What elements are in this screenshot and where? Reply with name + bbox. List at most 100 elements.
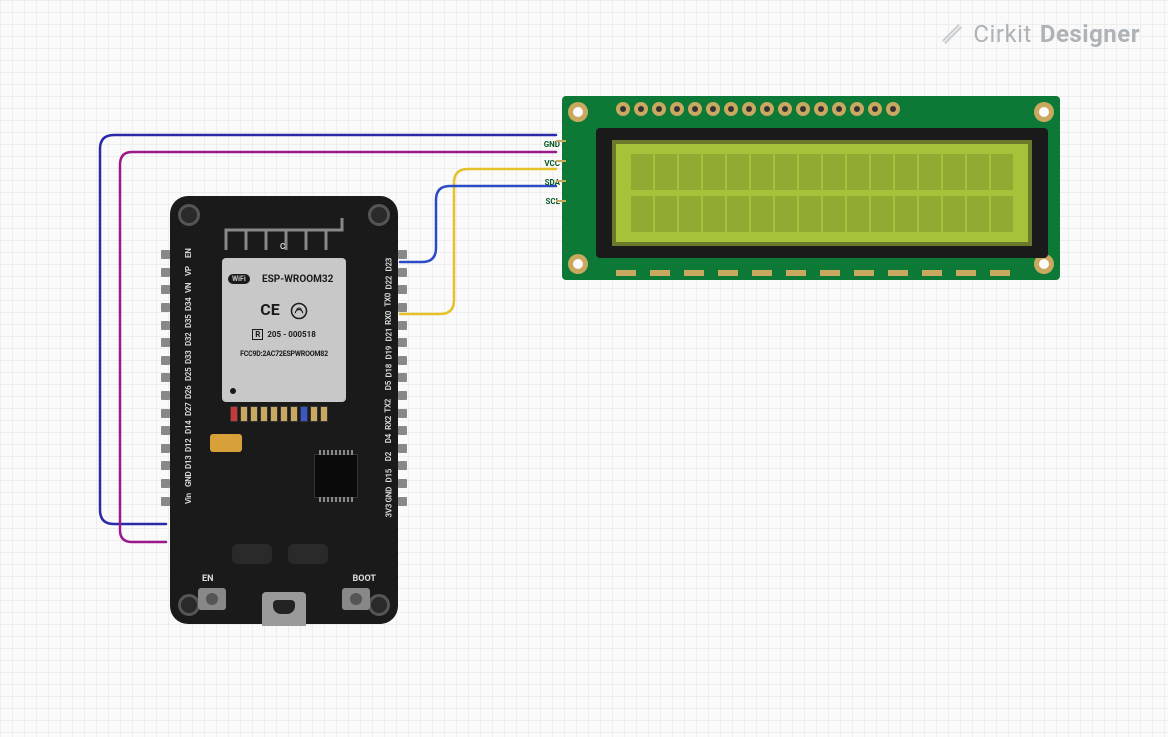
esp32-pin-en[interactable] [161,250,170,259]
lcd-solder-pad [616,270,636,276]
esp32-pin-label-rx0: RX0 [384,311,393,325]
esp32-pin-label-d33: D33 [184,350,193,363]
orientation-dot [230,388,236,394]
esp32-pin-d27[interactable] [161,409,170,418]
usb-serial-chip [314,454,358,498]
esp32-pin-label-d18: D18 [384,364,393,377]
esp32-pin-label-rx2: RX2 [384,416,393,430]
lcd-row [626,196,1018,232]
lcd-header-pin [670,102,684,116]
esp32-pin-label-d5: D5 [384,381,393,390]
en-button[interactable] [198,588,226,610]
esp32-pin-label-tx2: TX2 [384,399,393,413]
lcd-header-pin [652,102,666,116]
lcd-char-cell [631,196,653,232]
esp32-pin-d23[interactable] [398,250,407,259]
esp32-pin-d18[interactable] [398,356,407,365]
esp32-pin-tx2[interactable] [398,391,407,400]
esp32-pin-d32[interactable] [161,338,170,347]
esp32-pin-vn[interactable] [161,285,170,294]
esp32-pin-d22[interactable] [398,268,407,277]
esp32-pin-d2[interactable] [398,444,407,453]
lcd-char-cell [823,154,845,190]
lcd-char-cell [751,196,773,232]
lcd-char-cell [991,196,1013,232]
fcc-id: FCC9D:2AC72ESPWROOM82 [222,350,346,358]
lcd-solder-pads-bottom [616,270,1010,276]
mounting-hole [178,204,200,226]
lcd-char-cell [703,154,725,190]
lcd-header-pin [886,102,900,116]
esp32-pin-vin[interactable] [161,497,170,506]
lcd-char-cell [631,154,653,190]
lcd-char-cell [775,196,797,232]
esp32-pin-d4[interactable] [398,426,407,435]
lcd-header-pin [868,102,882,116]
esp32-pin-label-3v3: 3V3 [384,504,393,517]
lcd-pin-gnd[interactable] [556,140,566,142]
esp32-pin-d15[interactable] [398,461,407,470]
esp32-pin-d21[interactable] [398,321,407,330]
watermark-brand: Cirkit [973,20,1031,48]
esp32-pin-label-d25: D25 [184,368,193,381]
lcd-header-pin [796,102,810,116]
esp32-pin-tx0[interactable] [398,285,407,294]
lcd-solder-pad [820,270,840,276]
lcd-char-cell [895,196,917,232]
esp32-pin-d19[interactable] [398,338,407,347]
lcd-char-cell [799,196,821,232]
crystal-oscillator [210,434,242,452]
esp32-pin-d35[interactable] [161,321,170,330]
lcd-header-pin [634,102,648,116]
esp32-pin-d25[interactable] [161,373,170,382]
esp32-pin-label-en: EN [184,248,193,258]
mounting-hole [178,594,200,616]
esp32-pin-label-vp: VP [184,266,193,276]
esp32-pin-label-d4: D4 [384,434,393,443]
esp32-pin-vp[interactable] [161,268,170,277]
mounting-hole [368,204,390,226]
esp32-shield: WiFi ESP-WROOM32 CE R205 - 000518 FCC9D:… [222,258,346,402]
r-mark: R [252,329,263,340]
esp32-pin-label-d2: D2 [384,452,393,461]
boot-button[interactable] [342,588,370,610]
esp32-pin-gnd[interactable] [161,479,170,488]
lcd-pin-scl[interactable] [556,200,566,202]
esp32-pin-d13[interactable] [161,461,170,470]
lcd-char-cell [847,154,869,190]
lcd-screen [612,140,1032,246]
esp32-pin-rx2[interactable] [398,409,407,418]
esp32-pin-label-d26: D26 [184,385,193,398]
lcd-solder-pad [752,270,772,276]
esp32-pin-gnd[interactable] [398,479,407,488]
esp32-pin-label-d22: D22 [384,276,393,289]
esp32-pin-d33[interactable] [161,356,170,365]
ce-text: CE [260,300,279,319]
lcd-pin-vcc[interactable] [556,160,566,162]
esp32-pin-d34[interactable] [161,303,170,312]
lcd-char-cell [967,196,989,232]
serial-text: 205 - 000518 [267,330,315,339]
esp32-pin-d5[interactable] [398,373,407,382]
esp32-pin-d26[interactable] [161,391,170,400]
lcd-pin-sda[interactable] [556,180,566,182]
esp32-pin-label-tx0: TX0 [384,293,393,307]
lcd-char-cell [919,196,941,232]
wifi-badge: WiFi [228,274,250,284]
esp32-pin-d14[interactable] [161,426,170,435]
lcd-char-cell [895,154,917,190]
esp32-pin-3v3[interactable] [398,497,407,506]
lcd-char-cell [847,196,869,232]
lcd-char-cell [991,154,1013,190]
esp32-pin-rx0[interactable] [398,303,407,312]
esp32-board[interactable]: C WiFi ESP-WROOM32 CE R205 - 000518 FCC9… [170,196,398,624]
lcd-header-pin [706,102,720,116]
esp32-pin-label-d34: D34 [184,297,193,310]
esp32-pin-d12[interactable] [161,444,170,453]
lcd-char-cell [679,154,701,190]
lcd-solder-pad [684,270,704,276]
esp32-pin-label-d12: D12 [184,438,193,451]
cert-ce-icon: CE [222,300,346,320]
lcd-solder-pad [718,270,738,276]
lcd-module[interactable]: GNDVCCSDASCL [562,96,1060,280]
